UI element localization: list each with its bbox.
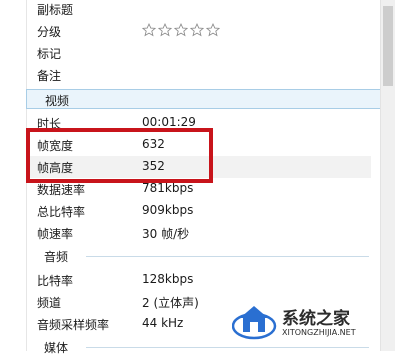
property-row-tags[interactable]: 标记	[26, 42, 371, 64]
property-name: 分级	[37, 25, 62, 39]
star-icon[interactable]	[206, 23, 220, 37]
property-value: 909kbps	[142, 203, 194, 217]
property-name: 频道	[37, 296, 62, 310]
star-icon[interactable]	[158, 23, 172, 37]
vertical-scrollbar[interactable]	[380, 0, 395, 351]
property-row-audio-bitrate[interactable]: 比特率 128kbps	[26, 269, 371, 291]
property-name: 帧速率	[37, 227, 74, 241]
section-title: 音频	[44, 250, 69, 264]
property-name: 副标题	[37, 3, 74, 17]
property-value: 30 帧/秒	[142, 227, 190, 241]
section-divider	[86, 347, 369, 348]
property-value: 2 (立体声)	[142, 296, 199, 310]
scrollbar-thumb[interactable]	[383, 6, 393, 86]
star-icon[interactable]	[174, 23, 188, 37]
section-title: 媒体	[44, 341, 69, 355]
property-value: 781kbps	[142, 181, 194, 195]
property-row-subtitle[interactable]: 副标题	[26, 0, 371, 20]
highlight-annotation-box	[26, 128, 213, 183]
property-row-total-bitrate[interactable]: 总比特率 909kbps	[26, 200, 371, 222]
left-pane-edge	[0, 0, 27, 351]
property-value: 00:01:29	[142, 115, 196, 129]
property-name: 音频采样频率	[37, 318, 110, 332]
property-row-rating[interactable]: 分级	[26, 20, 371, 42]
star-icon[interactable]	[190, 23, 204, 37]
property-name: 总比特率	[37, 205, 86, 219]
rating-stars[interactable]	[142, 23, 220, 37]
section-divider	[86, 256, 369, 257]
watermark-url: XITONGZHIJIA.NET	[282, 328, 356, 337]
property-name: 备注	[37, 69, 62, 83]
property-row-comments[interactable]: 备注	[26, 64, 371, 86]
site-watermark: 系统之家 XITONGZHIJIA.NET	[232, 300, 382, 346]
house-logo-icon	[232, 306, 277, 340]
section-header-audio: 音频	[26, 246, 381, 266]
property-row-frame-rate[interactable]: 帧速率 30 帧/秒	[26, 222, 371, 244]
property-name: 比特率	[37, 274, 74, 288]
property-value: 44 kHz	[142, 316, 184, 330]
watermark-text: 系统之家	[282, 309, 350, 329]
property-name: 数据速率	[37, 183, 86, 197]
section-header-video: 视频	[26, 89, 381, 109]
section-title: 视频	[45, 94, 70, 108]
property-name: 标记	[37, 47, 62, 61]
property-value: 128kbps	[142, 272, 194, 286]
star-icon[interactable]	[142, 23, 156, 37]
